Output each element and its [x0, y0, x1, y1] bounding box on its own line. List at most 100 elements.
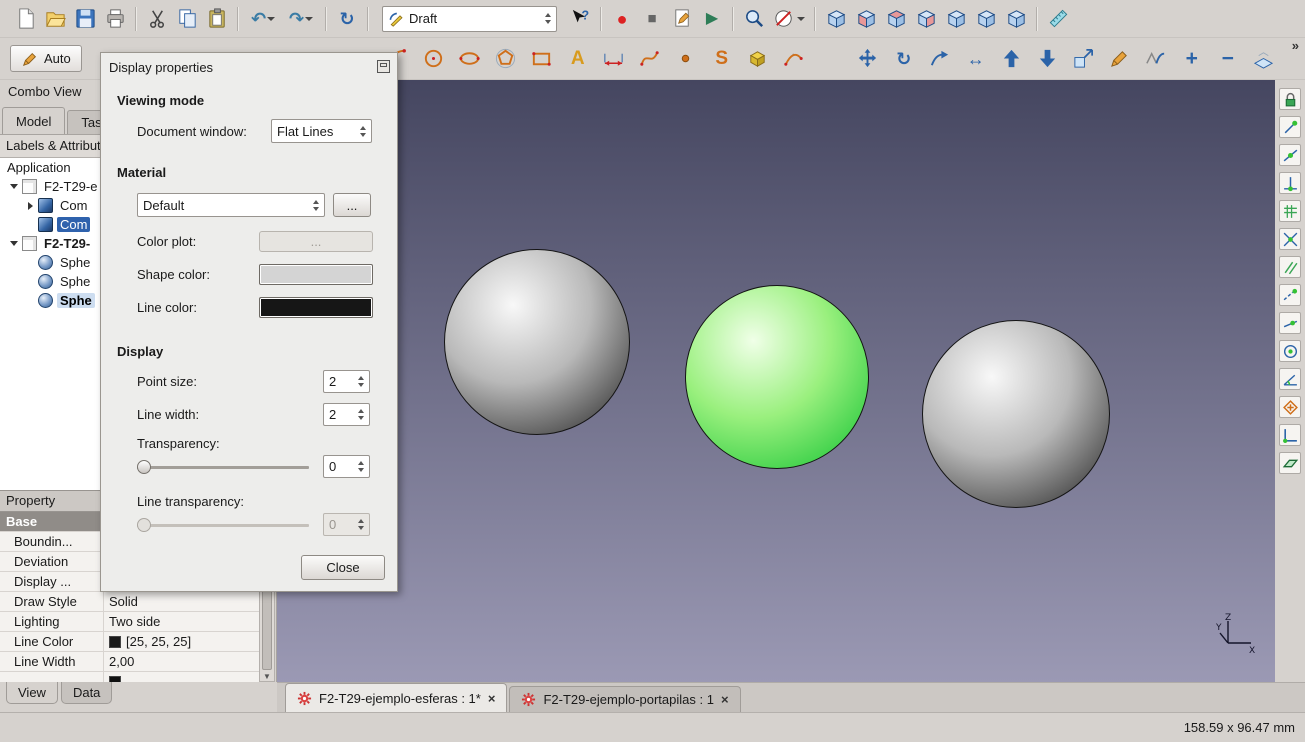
- snap-extension-icon[interactable]: [1279, 284, 1301, 306]
- draft-point-icon[interactable]: [668, 44, 704, 74]
- property-row[interactable]: Draw StyleSolid: [0, 592, 259, 612]
- sphere-left[interactable]: [444, 249, 630, 435]
- undo-icon[interactable]: ↶: [244, 4, 282, 34]
- snap-angle-icon[interactable]: [1279, 368, 1301, 390]
- snap-parallel-icon[interactable]: [1279, 256, 1301, 278]
- draft-dimension-icon[interactable]: [596, 44, 632, 74]
- view-front-icon[interactable]: [851, 4, 881, 34]
- shape-color-swatch[interactable]: [259, 264, 373, 285]
- snap-perpendicular-icon[interactable]: [1279, 172, 1301, 194]
- whatsthis-icon[interactable]: ?: [565, 4, 595, 34]
- draft-add-point-icon[interactable]: +: [1174, 44, 1210, 74]
- undo-dropdown-caret[interactable]: [267, 17, 275, 21]
- draw-style-caret[interactable]: [797, 17, 805, 21]
- workbench-spinner[interactable]: [541, 13, 551, 24]
- tab-data[interactable]: Data: [61, 682, 112, 704]
- macro-stop-icon[interactable]: ■: [637, 4, 667, 34]
- toolbar-overflow-button[interactable]: »: [1292, 38, 1299, 53]
- property-row[interactable]: Line Color[25, 25, 25]: [0, 632, 259, 652]
- viewport-3d[interactable]: Z Y X: [277, 80, 1275, 682]
- working-plane-auto-button[interactable]: Auto: [10, 45, 82, 72]
- draft-text-icon[interactable]: A: [560, 44, 596, 74]
- snap-midpoint-icon[interactable]: [1279, 144, 1301, 166]
- transparency-spinbox[interactable]: 0: [323, 455, 370, 478]
- draft-scale-icon[interactable]: [1066, 44, 1102, 74]
- document-tab-portapilas[interactable]: F2-T29-ejemplo-portapilas : 1 ×: [509, 686, 740, 712]
- draft-bspline-icon[interactable]: [632, 44, 668, 74]
- draft-shapestring-icon[interactable]: S: [704, 44, 740, 74]
- save-icon[interactable]: [70, 4, 100, 34]
- draft-move-icon[interactable]: [850, 44, 886, 74]
- snap-working-plane-icon[interactable]: [1279, 452, 1301, 474]
- expander-closed-icon[interactable]: [24, 202, 36, 210]
- close-tab-icon[interactable]: ×: [488, 691, 496, 706]
- measure-icon[interactable]: [1043, 4, 1073, 34]
- sphere-right[interactable]: [922, 320, 1110, 508]
- snap-grid-icon[interactable]: [1279, 200, 1301, 222]
- new-file-icon[interactable]: [10, 4, 40, 34]
- property-row[interactable]: [0, 672, 259, 682]
- snap-special-icon[interactable]: [1279, 396, 1301, 418]
- document-tab-esferas[interactable]: F2-T29-ejemplo-esferas : 1* ×: [285, 683, 507, 712]
- combobox-arrows[interactable]: [309, 200, 319, 211]
- paste-icon[interactable]: [202, 4, 232, 34]
- draft-polygon-icon[interactable]: [488, 44, 524, 74]
- material-combobox[interactable]: Default: [137, 193, 325, 217]
- combobox-arrows[interactable]: [356, 126, 366, 137]
- property-row[interactable]: LightingTwo side: [0, 612, 259, 632]
- document-window-combobox[interactable]: Flat Lines: [271, 119, 372, 143]
- redo-dropdown-caret[interactable]: [305, 17, 313, 21]
- print-icon[interactable]: [100, 4, 130, 34]
- draft-wire-to-bspline-icon[interactable]: [1138, 44, 1174, 74]
- draft-offset-icon[interactable]: [922, 44, 958, 74]
- snap-near-icon[interactable]: [1279, 312, 1301, 334]
- snap-lock-icon[interactable]: [1279, 88, 1301, 110]
- close-tab-icon[interactable]: ×: [721, 692, 729, 707]
- point-size-spinbox[interactable]: 2: [323, 370, 370, 393]
- open-file-icon[interactable]: [40, 4, 70, 34]
- spinbox-arrows[interactable]: [354, 409, 364, 420]
- scroll-down-icon[interactable]: ▼: [263, 672, 271, 681]
- view-left-icon[interactable]: [1001, 4, 1031, 34]
- line-width-spinbox[interactable]: 2: [323, 403, 370, 426]
- dialog-dock-button[interactable]: [377, 60, 390, 73]
- tab-view[interactable]: View: [6, 682, 58, 704]
- expander-open-icon[interactable]: [8, 241, 20, 246]
- refresh-icon[interactable]: ↻: [332, 4, 362, 34]
- material-more-button[interactable]: ...: [333, 193, 371, 217]
- view-rear-icon[interactable]: [941, 4, 971, 34]
- zoom-fit-icon[interactable]: [739, 4, 769, 34]
- property-row[interactable]: Line Width2,00: [0, 652, 259, 672]
- close-button[interactable]: Close: [301, 555, 385, 580]
- draft-rectangle-icon[interactable]: [524, 44, 560, 74]
- cut-icon[interactable]: [142, 4, 172, 34]
- draft-bezcurve-icon[interactable]: [776, 44, 812, 74]
- draft-trimex-icon[interactable]: ↔: [958, 44, 994, 74]
- macro-run-icon[interactable]: ▶: [697, 4, 727, 34]
- view-right-icon[interactable]: [911, 4, 941, 34]
- tab-model[interactable]: Model: [2, 107, 65, 134]
- snap-ortho-icon[interactable]: [1279, 424, 1301, 446]
- view-bottom-icon[interactable]: [971, 4, 1001, 34]
- copy-icon[interactable]: [172, 4, 202, 34]
- draft-facebinder-icon[interactable]: [740, 44, 776, 74]
- draft-shape-2d-view-icon[interactable]: [1246, 44, 1282, 74]
- snap-intersection-icon[interactable]: [1279, 228, 1301, 250]
- macro-record-icon[interactable]: ●: [607, 4, 637, 34]
- redo-icon[interactable]: ↷: [282, 4, 320, 34]
- view-top-icon[interactable]: [881, 4, 911, 34]
- transparency-slider[interactable]: [137, 460, 309, 474]
- workbench-selector[interactable]: Draft: [382, 6, 557, 32]
- line-color-swatch[interactable]: [259, 297, 373, 318]
- snap-center-icon[interactable]: [1279, 340, 1301, 362]
- snap-endpoint-icon[interactable]: [1279, 116, 1301, 138]
- draft-remove-point-icon[interactable]: −: [1210, 44, 1246, 74]
- draft-downgrade-icon[interactable]: [1030, 44, 1066, 74]
- draft-rotate-icon[interactable]: ↻: [886, 44, 922, 74]
- draft-edit-icon[interactable]: [1102, 44, 1138, 74]
- draft-circle-icon[interactable]: [416, 44, 452, 74]
- draft-upgrade-icon[interactable]: [994, 44, 1030, 74]
- draft-ellipse-icon[interactable]: [452, 44, 488, 74]
- expander-open-icon[interactable]: [8, 184, 20, 189]
- view-axonometric-icon[interactable]: [821, 4, 851, 34]
